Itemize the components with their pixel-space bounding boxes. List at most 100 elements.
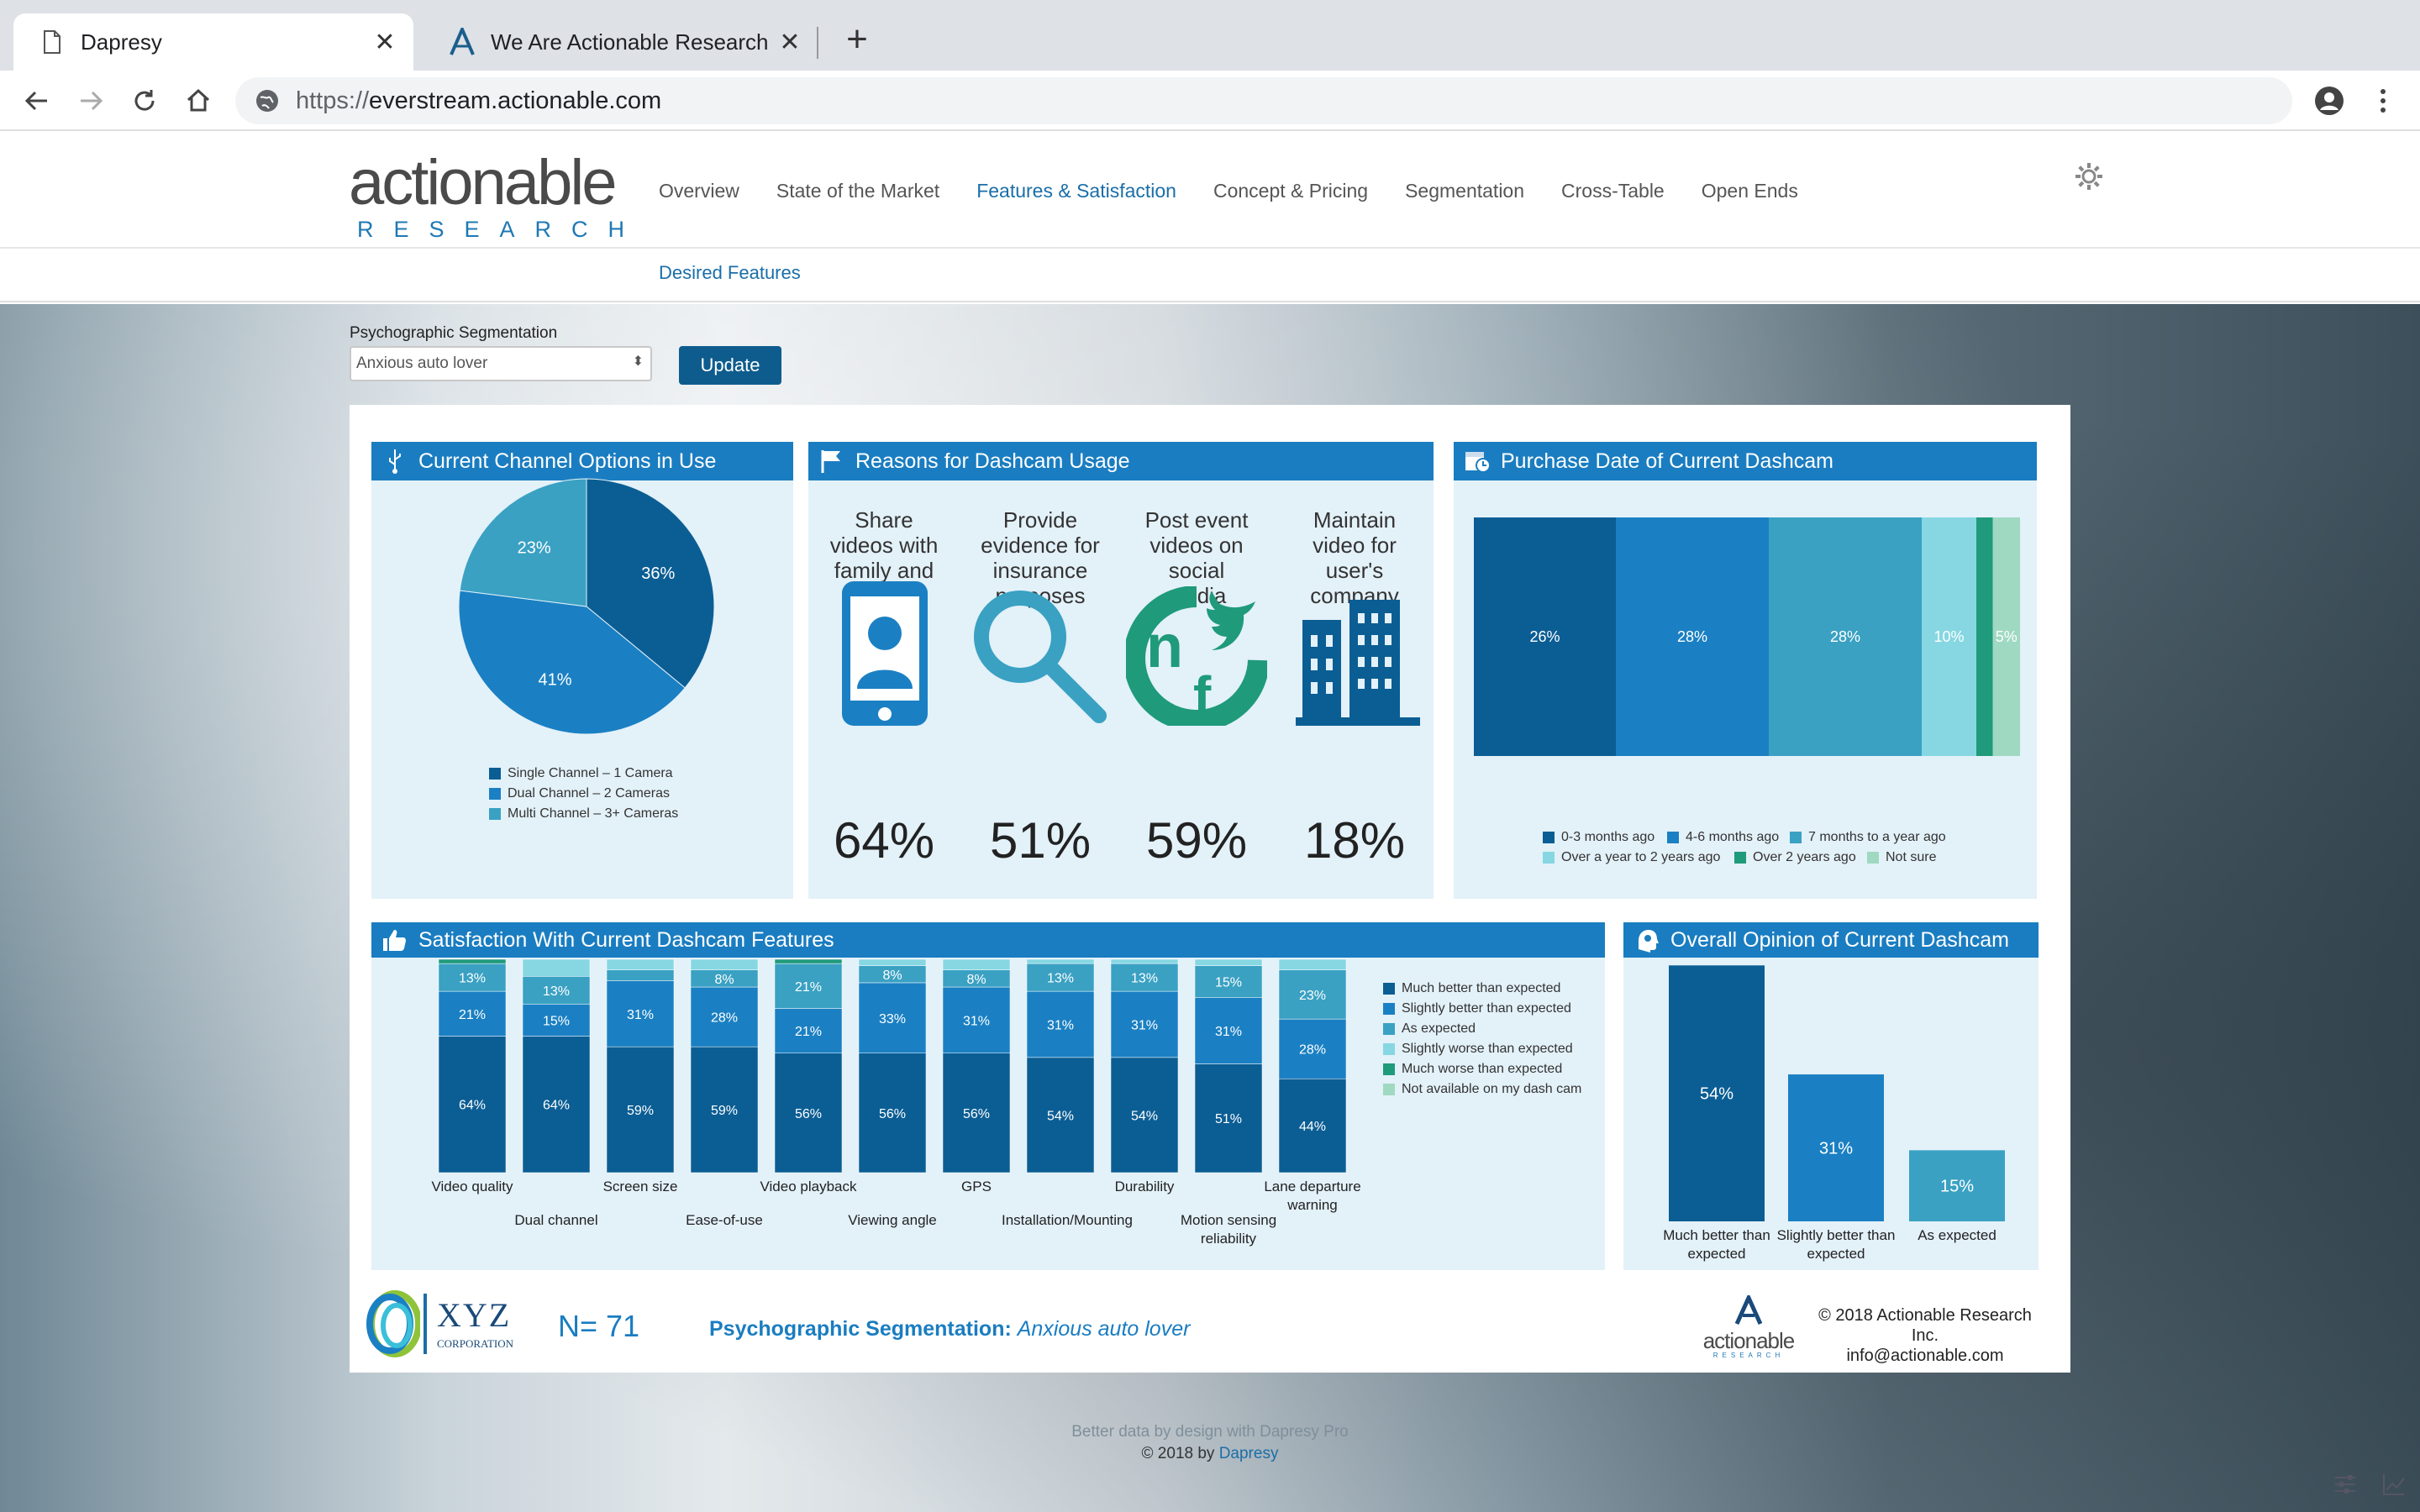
tab-dapresy[interactable]: Dapresy ✕	[13, 13, 413, 71]
satisfaction-segment[interactable]	[690, 958, 759, 970]
nav-concept-pricing[interactable]: Concept & Pricing	[1213, 180, 1368, 202]
close-tab-icon[interactable]: ✕	[368, 28, 402, 57]
purchase-segment-label: 5%	[1996, 628, 2018, 645]
close-tab-icon[interactable]: ✕	[773, 28, 807, 57]
segmentation-filter: Psychographic Segmentation Anxious auto …	[350, 324, 781, 385]
satisfaction-segment[interactable]	[1110, 958, 1179, 964]
channel-pie-chart: 36% 41% 23%	[458, 478, 715, 735]
purchase-stacked-bar: 26% 28% 28% 10% 5%	[1474, 517, 2020, 756]
browser-tab-bar: Dapresy ✕ We Are Actionable Research ✕ +	[0, 0, 2420, 71]
satisfaction-segment[interactable]	[858, 958, 927, 966]
xyz-logo-sub: CORPORATION	[437, 1337, 514, 1350]
category-label: Ease-of-use	[686, 1212, 763, 1228]
legend-item: Slightly worse than expected	[1383, 1042, 1573, 1057]
satisfaction-segment[interactable]	[1026, 958, 1095, 964]
url-text: https://everstream.actionable.com	[296, 87, 662, 114]
actionable-footer-logo: actionable RESEARCH	[1702, 1292, 1795, 1359]
purchase-segment[interactable]	[1976, 517, 1993, 756]
nav-overview[interactable]: Overview	[659, 180, 739, 202]
legend-item: 0-3 months ago	[1543, 830, 1655, 845]
nav-cross-table[interactable]: Cross-Table	[1561, 180, 1665, 202]
satisfaction-segment-label: 13%	[459, 972, 486, 986]
dapresy-link[interactable]: Dapresy	[1219, 1445, 1279, 1462]
satisfaction-segment-label: 28%	[1299, 1043, 1326, 1058]
back-icon[interactable]	[13, 77, 60, 124]
category-label: Motion sensing reliability	[1180, 1212, 1277, 1247]
nav-open-ends[interactable]: Open Ends	[1702, 180, 1798, 202]
satisfaction-segment-label: 28%	[711, 1011, 738, 1026]
xyz-logo-text: XYZ	[437, 1296, 512, 1334]
reload-icon[interactable]	[121, 77, 168, 124]
category-label: Lane departure warning	[1264, 1179, 1361, 1213]
satisfaction-segment-label: 56%	[879, 1107, 906, 1121]
nav-state-of-the-market[interactable]: State of the Market	[776, 180, 939, 202]
satisfaction-segment-label: 33%	[879, 1012, 906, 1026]
category-label: Slightly better than expected	[1776, 1227, 1896, 1262]
reasons-card: Reasons for Dashcam Usage Share videos wi…	[808, 442, 1434, 899]
actionable-mark-icon	[1734, 1292, 1763, 1326]
nav-features-satisfaction[interactable]: Features & Satisfaction	[976, 180, 1176, 202]
legend-item: Dual Channel – 2 Cameras	[489, 786, 670, 801]
satisfaction-segment-label: 59%	[627, 1104, 654, 1118]
reason-percentage: 18%	[1303, 812, 1406, 869]
purchase-segment-label: 28%	[1830, 628, 1860, 645]
legend-item: As expected	[1383, 1021, 1476, 1037]
satisfaction-segment[interactable]	[606, 969, 675, 981]
satisfaction-segment[interactable]	[942, 958, 1011, 970]
satisfaction-segment-label: 31%	[1047, 1018, 1074, 1032]
satisfaction-segment-label: 15%	[543, 1014, 570, 1028]
purchase-segment-label: 28%	[1677, 628, 1707, 645]
flag-icon	[808, 449, 855, 474]
legend-item: Slightly better than expected	[1383, 1001, 1571, 1016]
pie-slice-label: 36%	[641, 564, 675, 583]
tab-actionable[interactable]: We Are Actionable Research ✕	[424, 13, 818, 71]
chart-trend-icon[interactable]	[2381, 1472, 2407, 1497]
copyright: © 2018 Actionable Research Inc. info@act…	[1818, 1306, 2032, 1365]
page-copyright: © 2018 by Dapresy	[1141, 1445, 1279, 1462]
satisfaction-segment[interactable]	[1194, 958, 1263, 966]
calendar-clock-icon	[1454, 449, 1501, 474]
home-icon[interactable]	[175, 77, 222, 124]
sub-nav: Desired Features	[0, 247, 2420, 302]
satisfaction-segment[interactable]	[522, 958, 591, 977]
address-bar[interactable]: https://everstream.actionable.com	[235, 77, 2292, 124]
dashboard-panel: Current Channel Options in Use 36% 41% 23%…	[350, 405, 2070, 1373]
legend-item: Not sure	[1867, 850, 1936, 865]
filter-sliders-icon[interactable]	[2333, 1472, 2358, 1497]
purchase-segment-label: 10%	[1933, 628, 1964, 645]
profile-icon[interactable]	[2306, 77, 2353, 124]
opinion-bar-label: 15%	[1940, 1178, 1974, 1196]
opinion-card: Overall Opinion of Current Dashcam 54% 31…	[1623, 922, 2039, 1270]
satisfaction-segment[interactable]	[1278, 958, 1347, 970]
satisfaction-segment[interactable]	[606, 958, 675, 970]
satisfaction-segment[interactable]	[774, 958, 843, 964]
satisfaction-segment-label: 8%	[714, 973, 734, 987]
nav-segmentation[interactable]: Segmentation	[1405, 180, 1524, 202]
magnifier-icon	[974, 591, 1107, 723]
menu-dots-icon[interactable]	[2360, 77, 2407, 124]
category-label: Video quality	[431, 1179, 513, 1194]
satisfaction-segment-label: 31%	[1131, 1018, 1158, 1032]
svg-text:f: f	[1193, 665, 1212, 726]
actionable-logo[interactable]: actionable RESEARCH	[349, 151, 644, 244]
channel-card: Current Channel Options in Use 36% 41% 23%…	[371, 442, 793, 899]
satisfaction-segment[interactable]	[438, 958, 507, 964]
legend-item: Much better than expected	[1383, 981, 1560, 996]
satisfaction-segment-label: 21%	[795, 1025, 822, 1039]
actionable-favicon-icon	[442, 28, 482, 56]
settings-gear-icon[interactable]	[2074, 161, 2104, 192]
subnav-desired-features[interactable]: Desired Features	[659, 262, 801, 284]
social-media-icon: in f	[1126, 586, 1267, 726]
forward-icon[interactable]	[67, 77, 114, 124]
satisfaction-card: Satisfaction With Current Dashcam Featur…	[371, 922, 1605, 1270]
site-info-icon[interactable]	[254, 87, 281, 114]
legend-item: 7 months to a year ago	[1790, 830, 1946, 845]
opinion-bar-label: 54%	[1700, 1085, 1733, 1104]
new-tab-icon[interactable]: +	[837, 18, 877, 60]
segmentation-select[interactable]: Anxious auto lover ⬍	[350, 346, 652, 381]
satisfaction-segment-label: 54%	[1047, 1109, 1074, 1123]
update-button[interactable]: Update	[679, 346, 781, 385]
tab-label: Dapresy	[81, 29, 162, 55]
main-nav: Overview State of the Market Features & …	[659, 180, 1835, 202]
satisfaction-segment-label: 15%	[1215, 976, 1242, 990]
